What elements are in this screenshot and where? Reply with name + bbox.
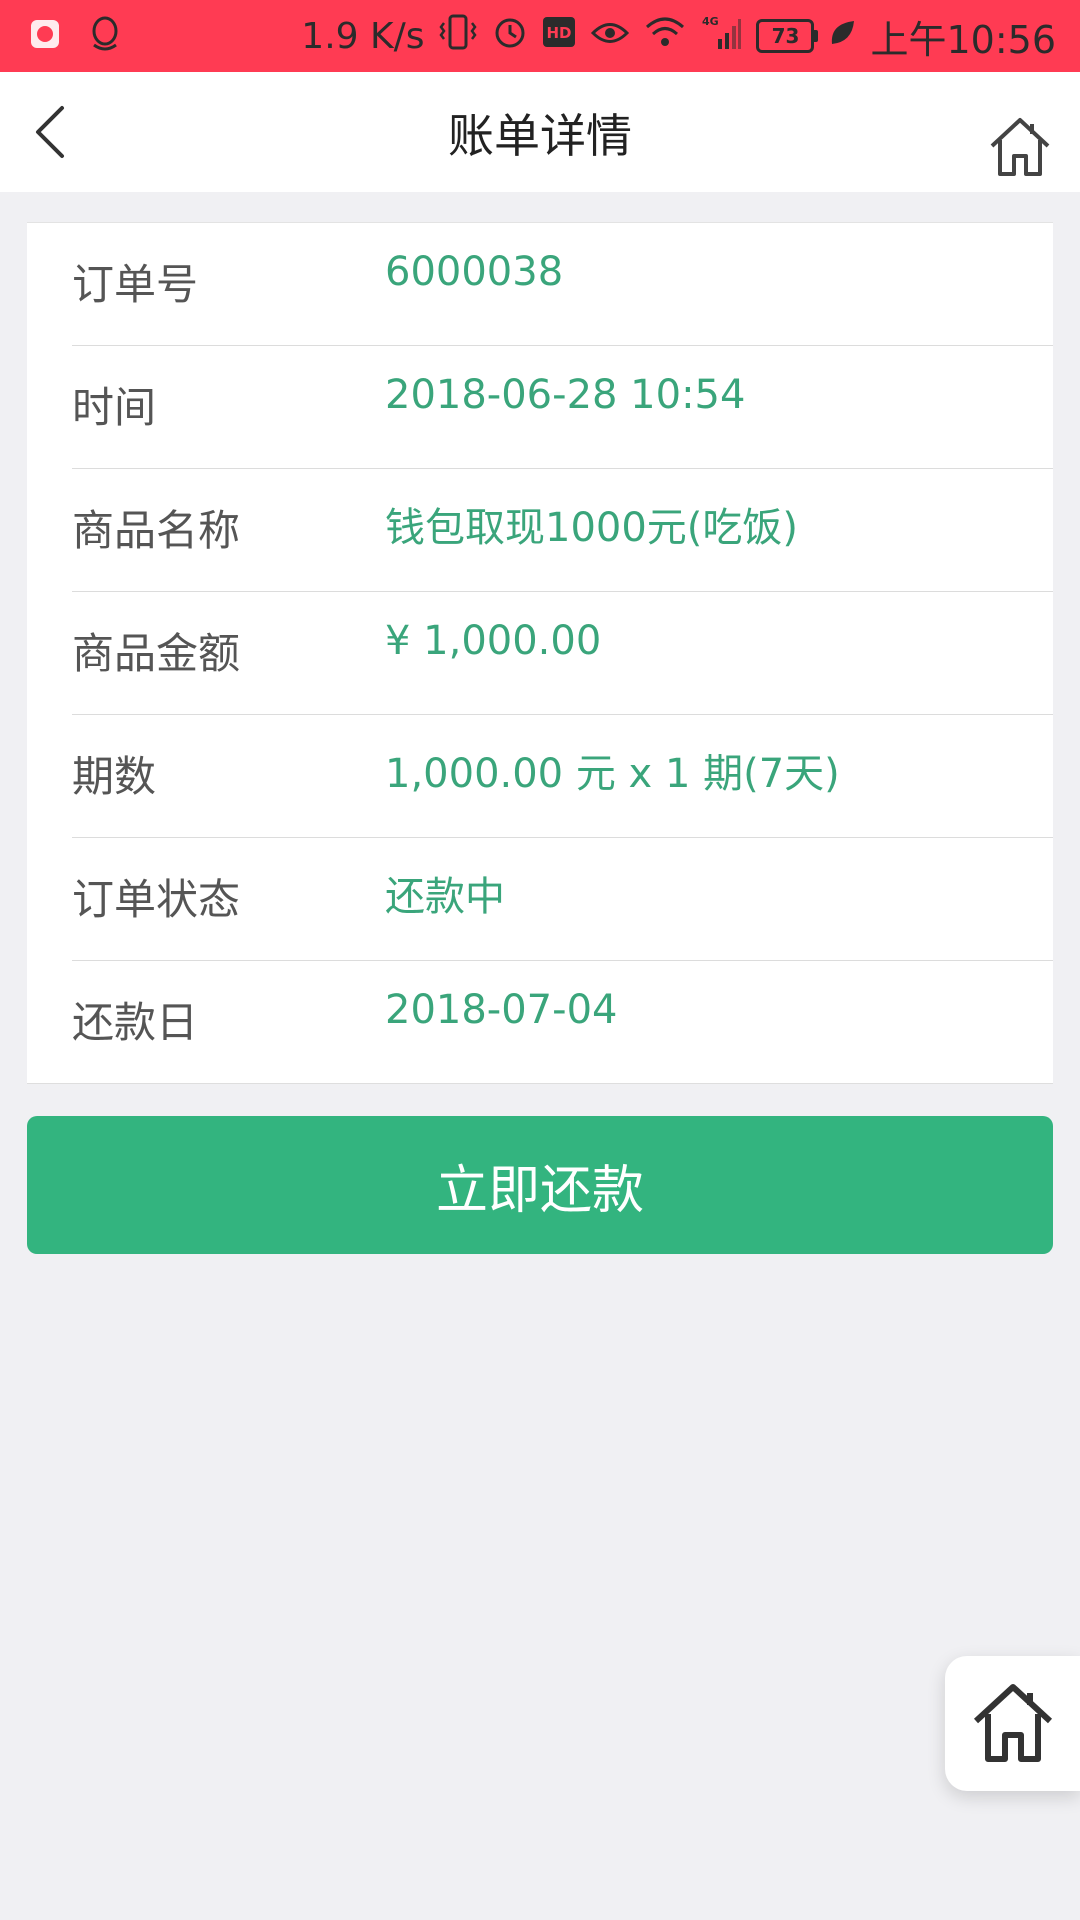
detail-label: 商品名称 — [72, 506, 241, 555]
battery-icon: 73 — [756, 19, 819, 53]
detail-row-repayment-date: 还款日 2018-07-04 — [72, 961, 1053, 1083]
detail-row-time: 时间 2018-06-28 10:54 — [72, 346, 1053, 469]
status-left-icons — [30, 14, 122, 58]
alarm-icon — [492, 13, 528, 60]
vibrate-icon — [438, 13, 478, 60]
home-icon — [973, 1683, 1052, 1762]
detail-value: 还款中 — [385, 874, 505, 920]
detail-row-installments: 期数 1,000.00 元 x 1 期(7天) — [72, 715, 1053, 838]
detail-value: 钱包取现1000元(吃饭) — [385, 505, 799, 551]
detail-value: 6000038 — [385, 249, 564, 295]
detail-value: 1,000.00 元 x 1 期(7天) — [385, 751, 840, 797]
detail-row-product-name: 商品名称 钱包取现1000元(吃饭) — [72, 469, 1053, 592]
detail-row-order-status: 订单状态 还款中 — [72, 838, 1053, 961]
leaf-icon — [828, 16, 856, 57]
svg-text:4G: 4G — [702, 15, 719, 28]
clock: 上午10:56 — [870, 17, 1056, 62]
detail-label: 期数 — [72, 752, 157, 801]
app-icon — [30, 19, 60, 53]
wifi-icon — [644, 15, 686, 58]
page-title: 账单详情 — [448, 109, 632, 163]
floating-home-button[interactable] — [945, 1656, 1080, 1791]
hd-icon: HD — [542, 16, 576, 57]
detail-row-order-number: 订单号 6000038 — [72, 223, 1053, 346]
detail-label: 订单号 — [72, 260, 199, 309]
bill-detail-card: 订单号 6000038 时间 2018-06-28 10:54 商品名称 钱包取… — [27, 222, 1053, 1084]
detail-value: 2018-06-28 10:54 — [385, 372, 746, 418]
detail-value: ¥ 1,000.00 — [385, 618, 602, 664]
home-icon — [990, 118, 1050, 176]
status-bar: 1.9 K/s HD 4G 73 上午10:56 — [0, 0, 1080, 72]
nav-bar: 账单详情 — [0, 72, 1080, 192]
detail-label: 还款日 — [72, 998, 199, 1047]
detail-label: 时间 — [72, 383, 157, 432]
repay-now-button[interactable]: 立即还款 — [27, 1116, 1053, 1254]
status-right-icons: 1.9 K/s HD 4G 73 上午10:56 — [301, 10, 1056, 62]
signal-4g-icon: 4G — [700, 13, 742, 60]
svg-text:HD: HD — [547, 24, 572, 42]
detail-value: 2018-07-04 — [385, 987, 618, 1033]
detail-label: 订单状态 — [72, 875, 241, 924]
eye-icon — [590, 16, 630, 57]
detail-row-product-amount: 商品金额 ¥ 1,000.00 — [72, 592, 1053, 715]
detail-label: 商品金额 — [72, 629, 241, 678]
home-button[interactable] — [984, 112, 1056, 184]
network-speed: 1.9 K/s — [301, 15, 425, 57]
qq-icon — [88, 15, 122, 57]
